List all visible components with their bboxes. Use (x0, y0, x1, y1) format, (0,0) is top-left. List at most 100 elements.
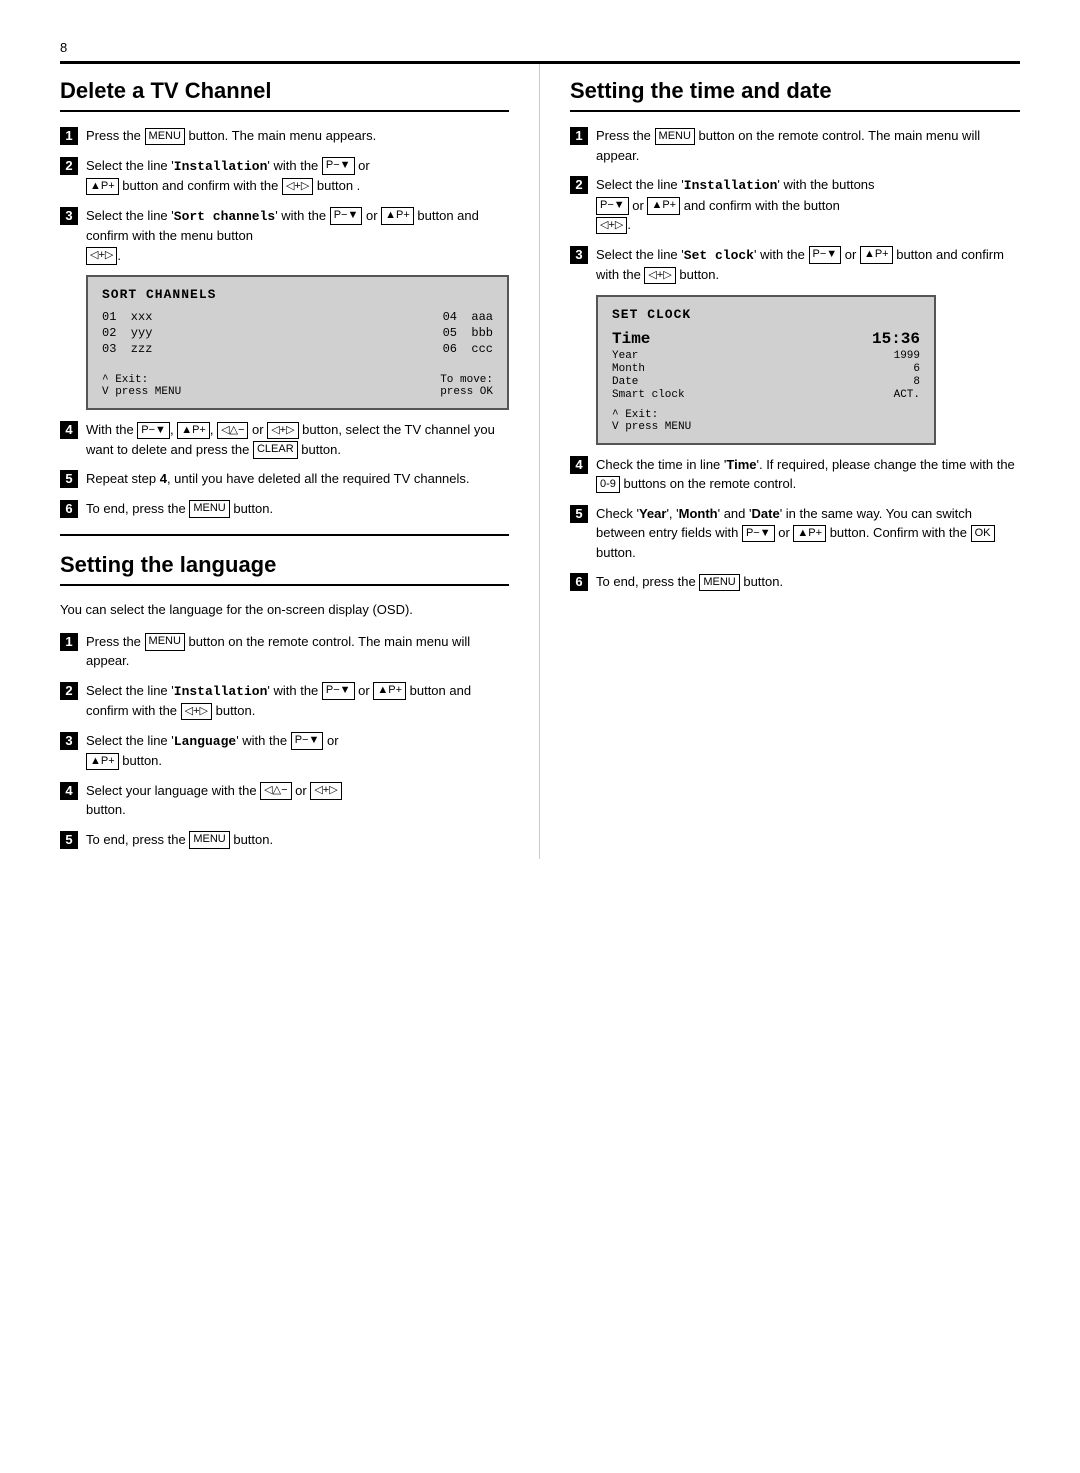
delete-step-1-text: Press the MENU button. The main menu app… (86, 126, 509, 146)
sort-row-3: 03 zzz 06 ccc (102, 342, 493, 356)
pplus-btn: ▲P+ (86, 178, 119, 195)
time-step-6: 6 To end, press the MENU button. (570, 572, 1020, 592)
month-value: 6 (913, 363, 920, 375)
sort-row-2: 02 yyy 05 bbb (102, 326, 493, 340)
lang-step-5-text: To end, press the MENU button. (86, 830, 509, 850)
lang-step-1-text: Press the MENU button on the remote cont… (86, 632, 509, 671)
sort-footer-left: ^ Exit: V press MENU (102, 374, 181, 398)
pplus-t3: ▲P+ (860, 246, 893, 263)
sort-col1-r3: 03 zzz (102, 342, 152, 356)
set-clock-month: Month 6 (612, 363, 920, 375)
pplus-4: ▲P+ (177, 422, 210, 439)
menu-btn-t1: MENU (655, 128, 695, 145)
sort-exit: ^ Exit: (102, 374, 181, 386)
delete-step-3: 3 Select the line 'Sort channels' with t… (60, 206, 509, 266)
time-step-num-5: 5 (570, 505, 588, 523)
smart-clock-label: Smart clock (612, 389, 685, 401)
lang-step-1: 1 Press the MENU button on the remote co… (60, 632, 509, 671)
setting-language-title: Setting the language (60, 552, 509, 586)
setting-language-section: Setting the language You can select the … (60, 552, 509, 849)
time-steps: 1 Press the MENU button on the remote co… (570, 126, 1020, 285)
pminus-btn-3: P−▼ (330, 207, 363, 224)
ok-btn: ◁+▷ (282, 178, 313, 195)
year-value: 1999 (894, 350, 920, 362)
time-step-num-3: 3 (570, 246, 588, 264)
time-step-1-text: Press the MENU button on the remote cont… (596, 126, 1020, 165)
set-clock-time-value: 15:36 (872, 330, 920, 348)
month-label: Month (612, 363, 645, 375)
lang-step-3-text: Select the line 'Language' with the P−▼ … (86, 731, 509, 771)
delete-steps-cont: 4 With the P−▼, ▲P+, ◁△− or ◁+▷ button, … (60, 420, 509, 518)
ok-t5: OK (971, 525, 995, 542)
time-step-num-2: 2 (570, 176, 588, 194)
lang-step-4-text: Select your language with the ◁△− or ◁+▷… (86, 781, 509, 820)
date-label: Date (612, 376, 638, 388)
pminus-lang3: P−▼ (291, 732, 324, 749)
sort-col1-r1: 01 xxx (102, 310, 152, 324)
set-clock-time-label: Time (612, 330, 650, 348)
delete-step-4-text: With the P−▼, ▲P+, ◁△− or ◁+▷ button, se… (86, 420, 509, 459)
time-step-5: 5 Check 'Year', 'Month' and 'Date' in th… (570, 504, 1020, 563)
lang-step-num-4: 4 (60, 782, 78, 800)
menu-btn-t6: MENU (699, 574, 739, 591)
right-lang4: ◁+▷ (310, 782, 341, 799)
lang-step-2-text: Select the line 'Installation' with the … (86, 681, 509, 721)
delete-step-4: 4 With the P−▼, ▲P+, ◁△− or ◁+▷ button, … (60, 420, 509, 459)
sort-press-menu: V press MENU (102, 386, 181, 398)
lang-step-4: 4 Select your language with the ◁△− or ◁… (60, 781, 509, 820)
step-num-2: 2 (60, 157, 78, 175)
clock-exit: ^ Exit: (612, 409, 920, 421)
sort-col2-r1: 04 aaa (443, 310, 493, 324)
lang-step-5: 5 To end, press the MENU button. (60, 830, 509, 850)
delete-tv-channel-title: Delete a TV Channel (60, 78, 509, 112)
sort-to-move: To move: (440, 374, 493, 386)
sort-footer-right: To move: press OK (440, 374, 493, 398)
date-value: 8 (913, 376, 920, 388)
time-step-2-text: Select the line 'Installation' with the … (596, 175, 1020, 235)
pplus-t5: ▲P+ (793, 525, 826, 542)
time-step-3-text: Select the line 'Set clock' with the P−▼… (596, 245, 1020, 285)
pplus-t2: ▲P+ (647, 197, 680, 214)
step-num-6: 6 (60, 500, 78, 518)
year-label: Year (612, 350, 638, 362)
step-num-1: 1 (60, 127, 78, 145)
time-step-4-text: Check the time in line 'Time'. If requir… (596, 455, 1020, 494)
delete-step-6-text: To end, press the MENU button. (86, 499, 509, 519)
lang-step-num-2: 2 (60, 682, 78, 700)
menu-btn-lang5: MENU (189, 831, 229, 848)
time-step-num-1: 1 (570, 127, 588, 145)
lang-rule (60, 534, 509, 536)
left-lang4: ◁△− (260, 782, 291, 799)
pminus-4: P−▼ (137, 422, 170, 439)
ok-btn-3: ◁+▷ (86, 247, 117, 264)
ok-lang2: ◁+▷ (181, 703, 212, 720)
set-clock-title: SET CLOCK (612, 307, 920, 322)
step-num-4: 4 (60, 421, 78, 439)
sort-col2-r2: 05 bbb (443, 326, 493, 340)
page-number: 8 (60, 40, 1020, 55)
lang-step-num-1: 1 (60, 633, 78, 651)
sort-press-ok: press OK (440, 386, 493, 398)
lang-step-num-5: 5 (60, 831, 78, 849)
sort-channels-screen: SORT CHANNELS 01 xxx 04 aaa 02 yyy 05 bb… (86, 275, 509, 410)
pminus-lang2: P−▼ (322, 682, 355, 699)
time-step-6-text: To end, press the MENU button. (596, 572, 1020, 592)
set-clock-time-row: Time 15:36 (612, 330, 920, 348)
pplus-btn-3: ▲P+ (381, 207, 414, 224)
lang-step-num-3: 3 (60, 732, 78, 750)
delete-step-2: 2 Select the line 'Installation' with th… (60, 156, 509, 196)
smart-clock-value: ACT. (894, 389, 920, 401)
time-steps-cont: 4 Check the time in line 'Time'. If requ… (570, 455, 1020, 592)
lang-steps: 1 Press the MENU button on the remote co… (60, 632, 509, 850)
delete-step-6: 6 To end, press the MENU button. (60, 499, 509, 519)
step-num-5: 5 (60, 470, 78, 488)
time-step-2: 2 Select the line 'Installation' with th… (570, 175, 1020, 235)
left-4: ◁△− (217, 422, 248, 439)
ok-t2: ◁+▷ (596, 217, 627, 234)
delete-step-2-text: Select the line 'Installation' with the … (86, 156, 509, 196)
sort-footer: ^ Exit: V press MENU To move: press OK (102, 374, 493, 398)
pminus-t3: P−▼ (809, 246, 842, 263)
set-clock-smart: Smart clock ACT. (612, 389, 920, 401)
menu-btn-1: MENU (145, 128, 185, 145)
set-clock-screen: SET CLOCK Time 15:36 Year 1999 Month 6 D… (596, 295, 936, 445)
